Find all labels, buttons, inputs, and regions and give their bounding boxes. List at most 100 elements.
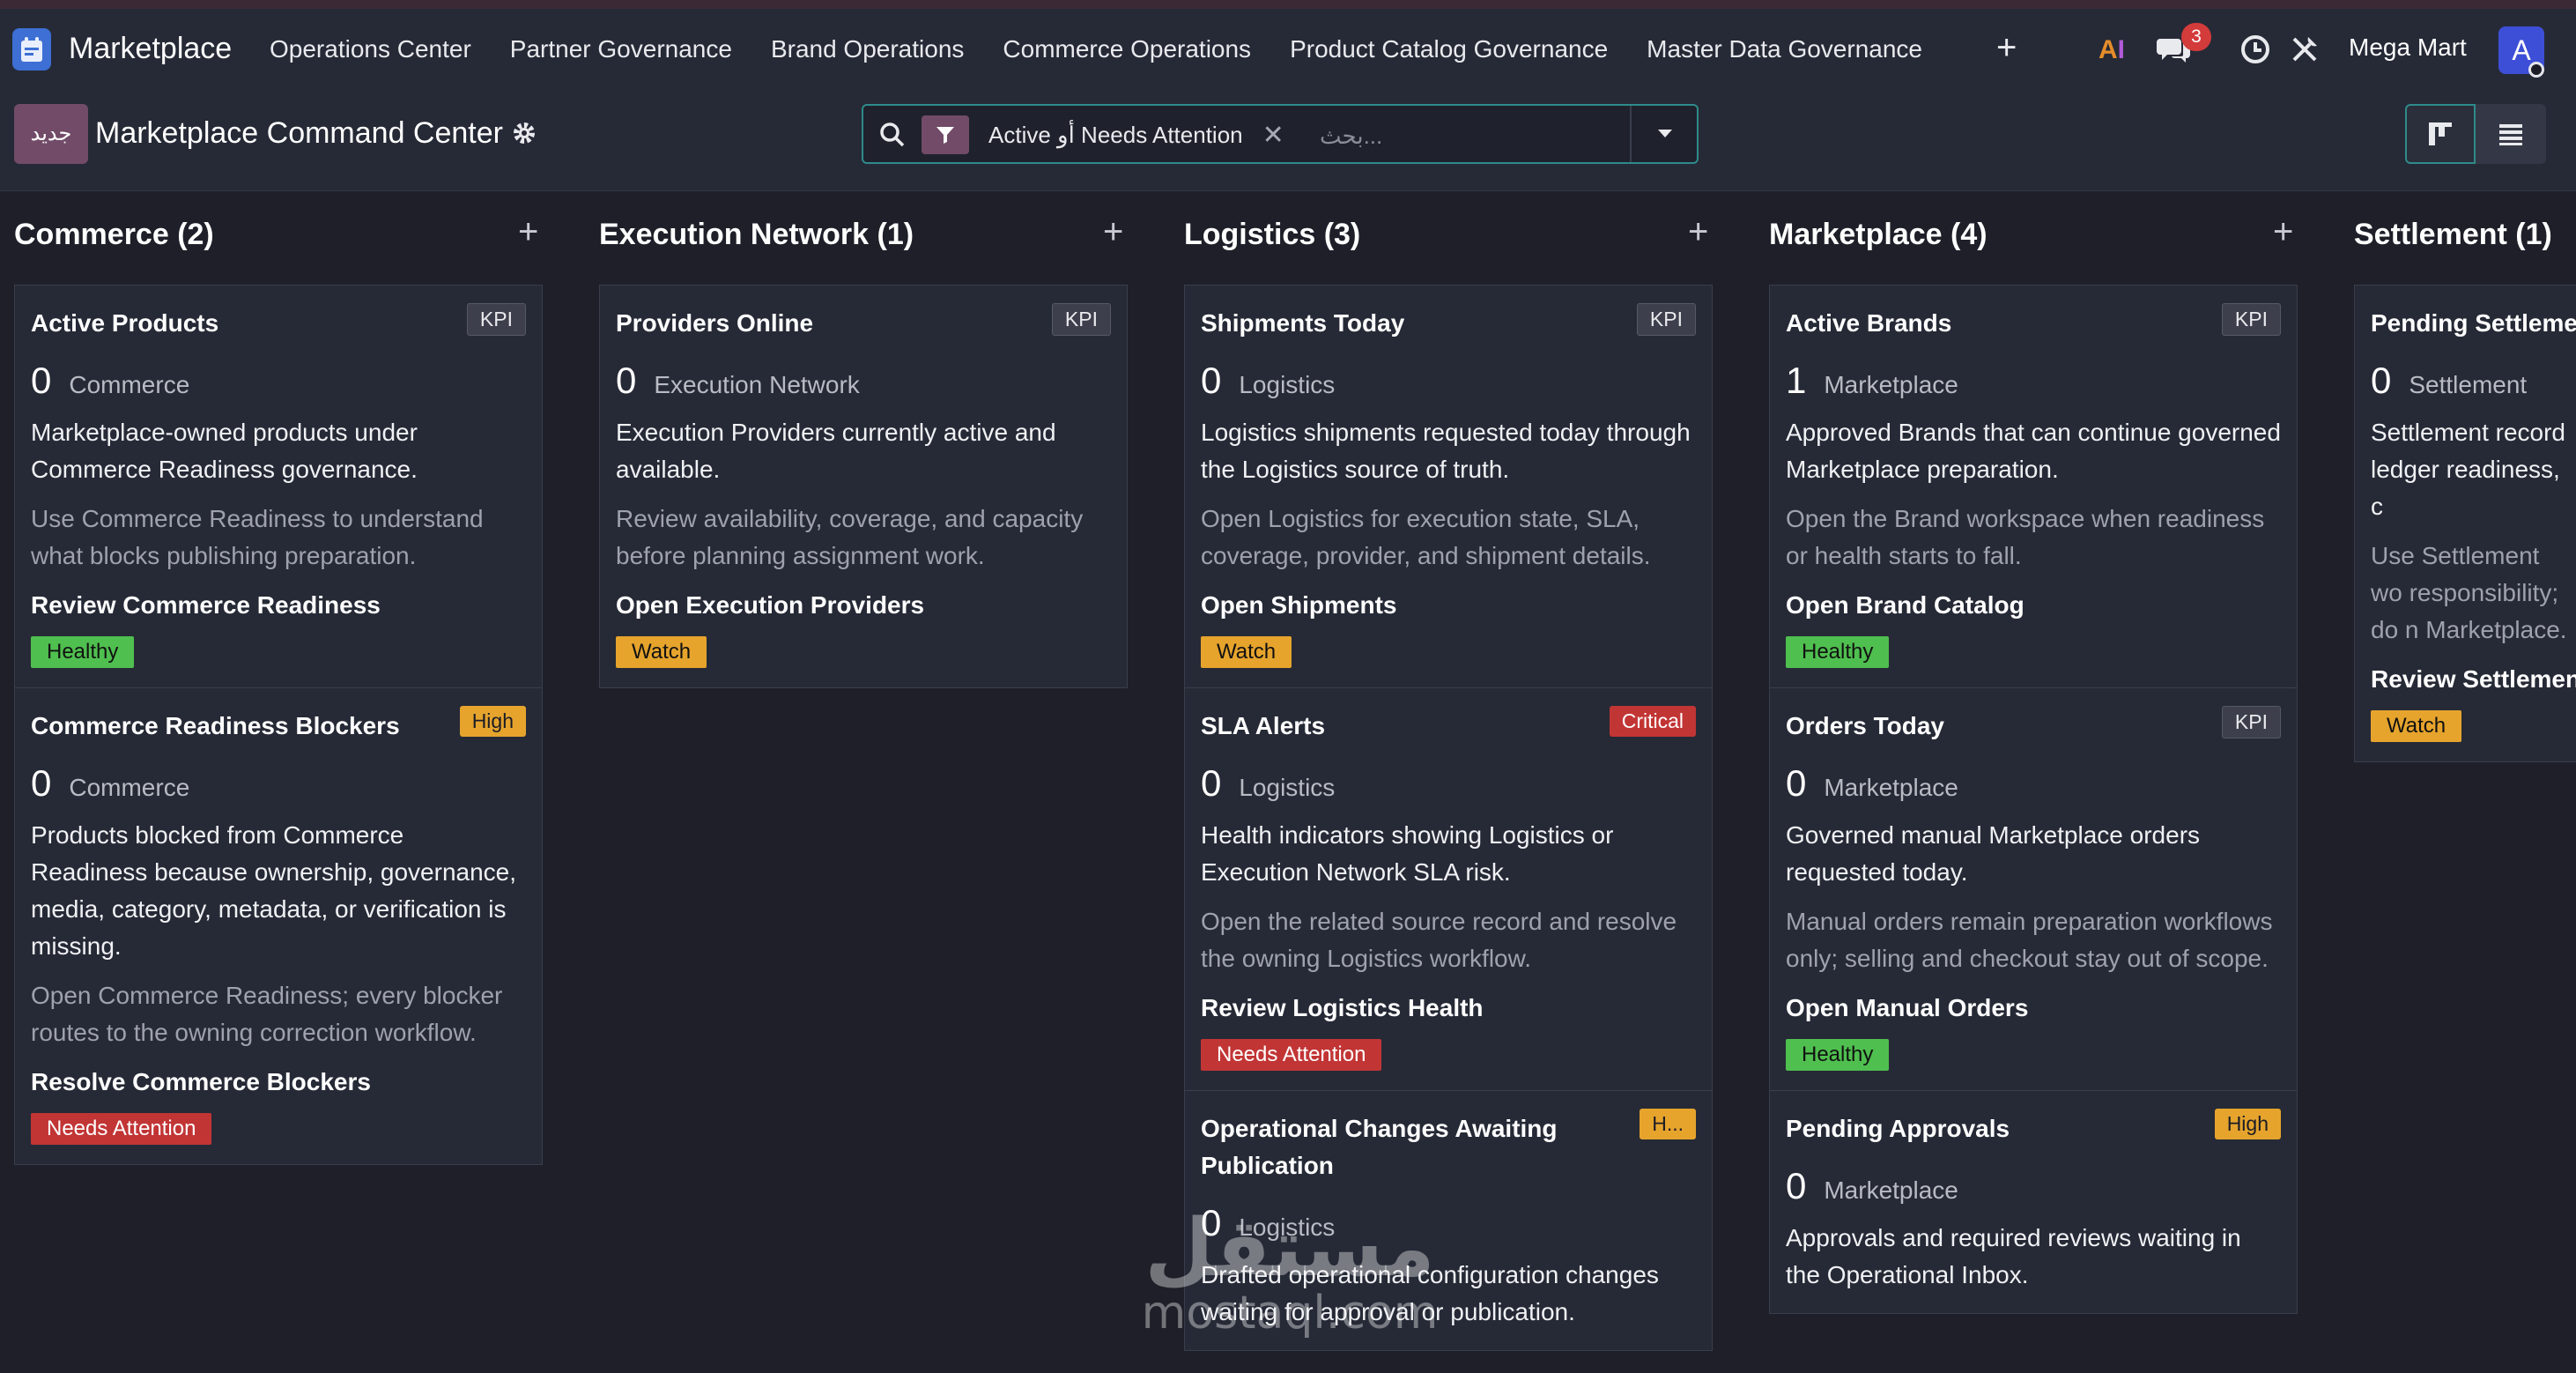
column-header: Settlement (1)	[2354, 218, 2576, 262]
kanban-card[interactable]: Shipments Today KPI 0 Logistics Logistics …	[1185, 286, 1712, 688]
column-header: Logistics (3) +	[1184, 212, 1713, 262]
card-description: Drafted operational configuration change…	[1201, 1261, 1659, 1325]
main-navbar: Marketplace Operations Center Partner Go…	[0, 9, 2576, 92]
card-tag: High	[2214, 1109, 2281, 1139]
presence-status-icon	[2528, 62, 2544, 78]
card-value: 0	[31, 360, 52, 401]
column-title[interactable]: Settlement (1)	[2354, 218, 2552, 252]
ai-assistant-icon[interactable]: AI	[2099, 35, 2125, 65]
search-input[interactable]	[1318, 116, 1621, 155]
card-title: Orders Today	[1786, 712, 1944, 739]
search-bar: Active أو Needs Attention ✕	[862, 104, 1699, 164]
list-view-button[interactable]	[2476, 104, 2546, 164]
search-icon[interactable]	[879, 122, 906, 152]
card-tag: KPI	[2221, 706, 2281, 738]
activity-clock-icon[interactable]	[2239, 33, 2271, 70]
menu-item-master-data-governance[interactable]: Master Data Governance	[1647, 35, 1922, 63]
card-action-link[interactable]: Resolve Commerce Blockers	[31, 1064, 526, 1101]
card-action-link[interactable]: Review Settlemen	[2371, 661, 2576, 698]
card-title: Active Brands	[1786, 309, 1952, 337]
more-menu-plus-icon[interactable]: +	[1996, 28, 2017, 68]
column-title[interactable]: Logistics (3)	[1184, 218, 1360, 252]
menu-item-operations-center[interactable]: Operations Center	[270, 35, 471, 63]
kanban-view-button[interactable]	[2405, 104, 2476, 164]
search-options-chevron-down-icon[interactable]	[1630, 106, 1699, 162]
kanban-card[interactable]: Orders Today KPI 0 Marketplace Governed ma…	[1770, 688, 2297, 1091]
column-cards: Pending Settleme 0 Settlement Settlement …	[2354, 285, 2576, 762]
kanban-board: Commerce (2) + Active Products KPI 0 Comme…	[0, 191, 2576, 1373]
column-add-plus-icon[interactable]: +	[1103, 212, 1123, 252]
kanban-card[interactable]: Commerce Readiness Blockers High 0 Commerc…	[15, 688, 542, 1164]
remove-filter-close-icon[interactable]: ✕	[1262, 120, 1284, 151]
kanban-icon	[2429, 122, 2452, 145]
card-value: 0	[1786, 762, 1807, 804]
messages-count-badge: 3	[2181, 23, 2211, 51]
kanban-card[interactable]: SLA Alerts Critical 0 Logistics Health ind…	[1185, 688, 1712, 1091]
card-domain: Logistics	[1239, 774, 1336, 801]
column-add-plus-icon[interactable]: +	[518, 212, 538, 252]
card-hint: Use Commerce Readiness to understand wha…	[31, 505, 484, 569]
kanban-card[interactable]: Providers Online KPI 0 Execution Network E…	[600, 286, 1127, 687]
column-add-plus-icon[interactable]: +	[2273, 212, 2293, 252]
column-title[interactable]: Commerce (2)	[14, 218, 214, 252]
card-description: Execution Providers currently active and…	[616, 419, 1056, 483]
column-title[interactable]: Marketplace (4)	[1769, 218, 1988, 252]
debug-tools-icon[interactable]	[2289, 33, 2321, 70]
card-domain: Logistics	[1239, 371, 1336, 398]
card-domain: Commerce	[69, 371, 190, 398]
card-tag: KPI	[2221, 303, 2281, 336]
card-description: Settlement record ledger readiness, c	[2371, 419, 2565, 520]
card-action-link[interactable]: Open Brand Catalog	[1786, 587, 2281, 624]
app-name[interactable]: Marketplace	[69, 32, 232, 66]
kanban-card[interactable]: Pending Approvals High 0 Marketplace Appro…	[1770, 1091, 2297, 1313]
card-action-link[interactable]: Open Shipments	[1201, 587, 1696, 624]
card-tag: KPI	[1051, 303, 1111, 336]
card-action-link[interactable]: Open Manual Orders	[1786, 990, 2281, 1027]
card-title: Shipments Today	[1201, 309, 1405, 337]
card-hint: Review availability, coverage, and capac…	[616, 505, 1084, 569]
card-hint: Manual orders remain preparation workflo…	[1786, 908, 2273, 972]
status-badge: Watch	[2371, 710, 2462, 742]
card-value: 0	[1786, 1165, 1807, 1206]
menu-item-brand-operations[interactable]: Brand Operations	[771, 35, 964, 63]
filter-funnel-icon	[922, 115, 969, 154]
status-badge: Healthy	[31, 636, 135, 668]
card-tag: High	[459, 706, 526, 737]
card-description: Marketplace-owned products under Commerc…	[31, 419, 418, 483]
filter-facet-label: Active أو Needs Attention	[988, 121, 1243, 148]
card-action-link[interactable]: Review Logistics Health	[1201, 990, 1696, 1027]
column-add-plus-icon[interactable]: +	[1688, 212, 1708, 252]
company-switcher[interactable]: Mega Mart	[2349, 33, 2467, 62]
card-title: Providers Online	[616, 309, 814, 337]
new-button[interactable]: جديد	[14, 104, 88, 164]
card-tag: H...	[1640, 1109, 1696, 1139]
card-value: 1	[1786, 360, 1807, 401]
page-title: Marketplace Command Center	[95, 116, 503, 150]
card-hint: Open the related source record and resol…	[1201, 908, 1677, 972]
card-description: Products blocked from Commerce Readiness…	[31, 821, 517, 960]
card-description: Approved Brands that can continue govern…	[1786, 419, 2281, 483]
card-domain: Execution Network	[654, 371, 860, 398]
gear-icon[interactable]	[511, 120, 537, 151]
column-cards: Active Brands KPI 1 Marketplace Approved B…	[1769, 285, 2298, 1314]
card-hint: Open Commerce Readiness; every blocker r…	[31, 982, 503, 1046]
card-action-link[interactable]: Open Execution Providers	[616, 587, 1111, 624]
card-title: SLA Alerts	[1201, 712, 1326, 739]
menu-item-commerce-operations[interactable]: Commerce Operations	[1003, 35, 1251, 63]
kanban-card[interactable]: Operational Changes Awaiting Publication…	[1185, 1091, 1712, 1350]
kanban-card[interactable]: Active Brands KPI 1 Marketplace Approved B…	[1770, 286, 2297, 688]
menu-item-product-catalog-governance[interactable]: Product Catalog Governance	[1290, 35, 1608, 63]
card-title: Pending Approvals	[1786, 1115, 2010, 1142]
card-value: 0	[1201, 360, 1222, 401]
filter-facet: Active أو Needs Attention ✕	[922, 115, 1284, 155]
kanban-card[interactable]: Pending Settleme 0 Settlement Settlement …	[2355, 286, 2576, 761]
card-value: 0	[1201, 762, 1222, 804]
app-icon[interactable]	[12, 28, 51, 71]
kanban-card[interactable]: Active Products KPI 0 Commerce Marketplace…	[15, 286, 542, 688]
menu-item-partner-governance[interactable]: Partner Governance	[510, 35, 732, 63]
card-action-link[interactable]: Review Commerce Readiness	[31, 587, 526, 624]
card-value: 0	[2371, 360, 2392, 401]
column-title[interactable]: Execution Network (1)	[599, 218, 914, 252]
card-title: Active Products	[31, 309, 219, 337]
card-domain: Commerce	[69, 774, 190, 801]
